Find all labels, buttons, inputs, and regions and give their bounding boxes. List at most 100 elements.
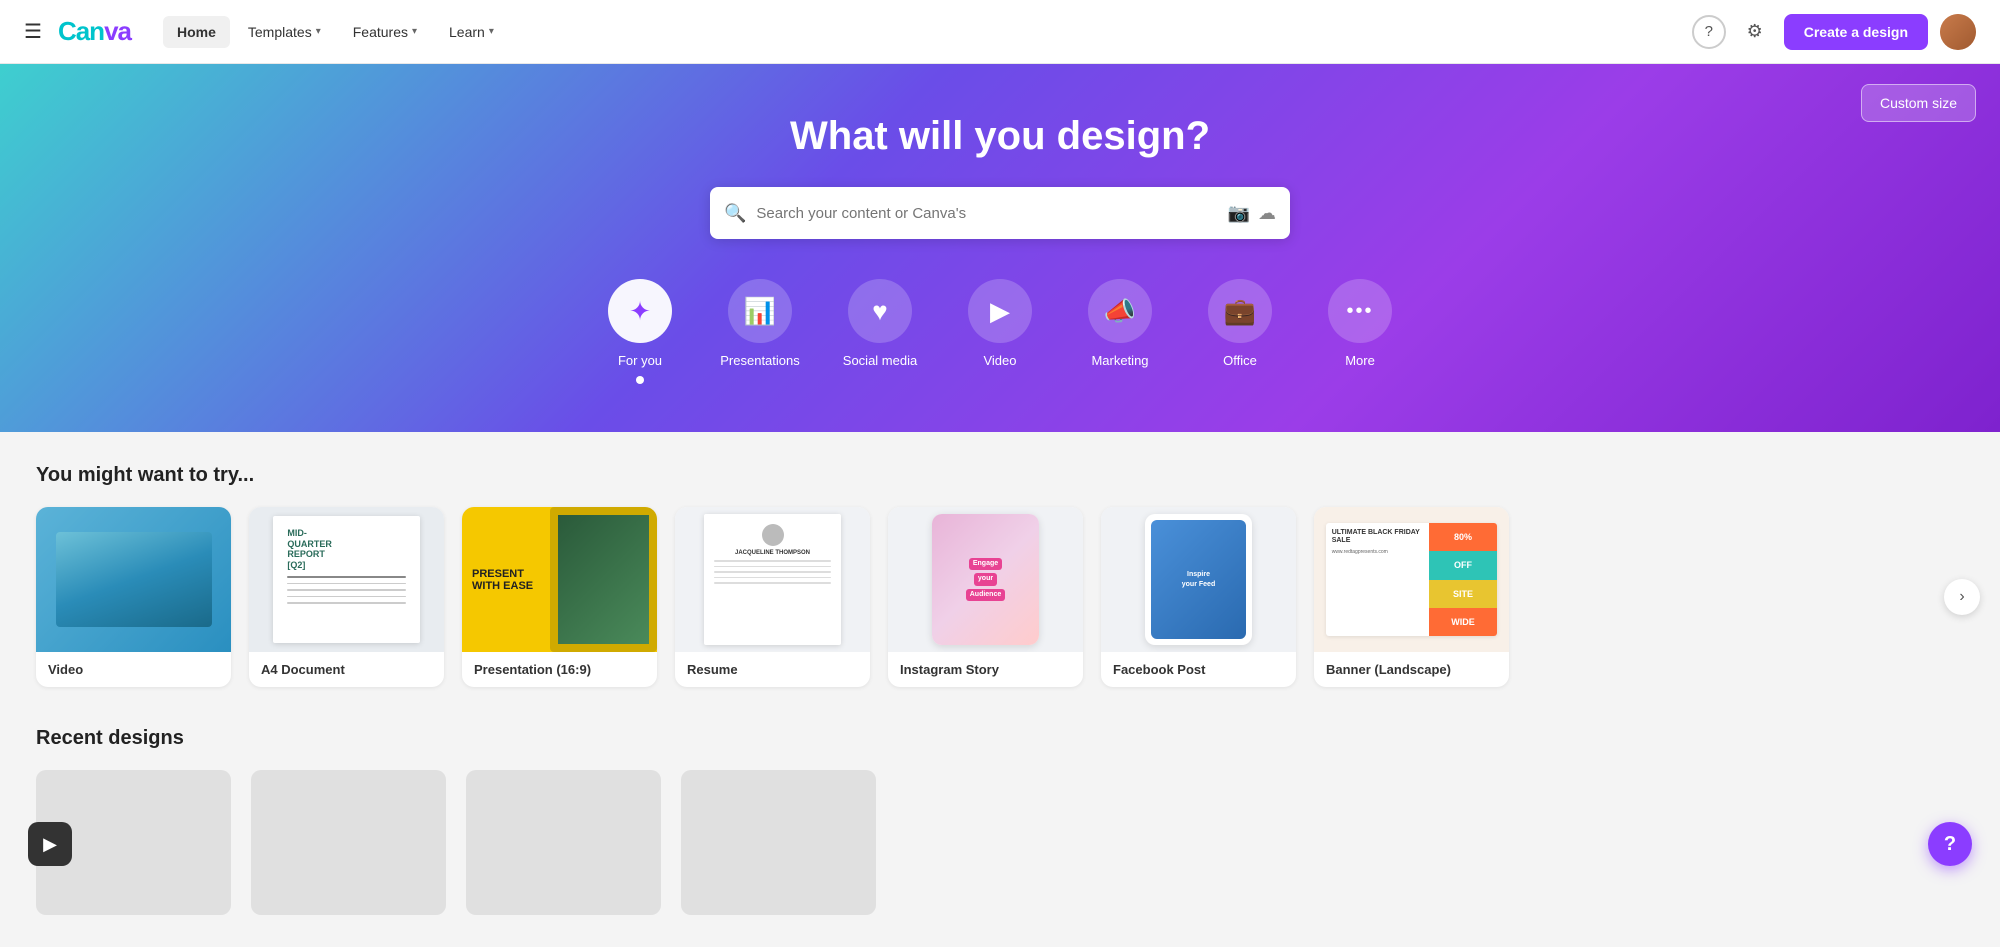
search-actions: 📷 ☁	[1228, 203, 1276, 224]
nav-learn[interactable]: Learn ▾	[435, 16, 508, 48]
ellipsis-icon: •••	[1346, 300, 1373, 323]
a4-thumb-paper: MID-QUARTERREPORT[Q2]	[273, 516, 419, 644]
fb-screen: Inspire your Feed	[1151, 520, 1246, 639]
nav-home-label: Home	[177, 24, 216, 40]
hero-title: What will you design?	[790, 114, 1210, 159]
briefcase-icon: 💼	[1224, 296, 1256, 327]
office-label: Office	[1223, 353, 1257, 368]
upload-icon[interactable]: ☁	[1258, 203, 1276, 224]
nav-features[interactable]: Features ▾	[339, 16, 431, 48]
a4-line-5	[287, 602, 405, 604]
cards-next-arrow[interactable]: ›	[1944, 579, 1980, 615]
card-resume-thumbnail: JACQUELINE THOMPSON	[675, 507, 870, 652]
megaphone-icon: 📣	[1104, 296, 1136, 327]
a4-line-1	[287, 576, 405, 578]
avatar[interactable]	[1940, 14, 1976, 50]
resume-avatar-circle	[762, 524, 784, 546]
a4-line-3	[287, 589, 405, 591]
pres-thumb-text: PRESENT WITH EASE	[472, 567, 533, 591]
nav-right: ? ⚙ Create a design	[1692, 14, 1976, 50]
recent-card-3[interactable]	[466, 770, 661, 915]
canva-logo[interactable]: Canva	[58, 16, 131, 47]
help-fab[interactable]: ?	[1928, 822, 1972, 866]
fb-text-line2: your Feed	[1182, 581, 1215, 588]
card-facebook-thumbnail: Inspire your Feed	[1101, 507, 1296, 652]
hero-categories: ✦ For you 📊 Presentations ♥ Social media…	[580, 271, 1420, 392]
a4-thumb-title: MID-QUARTERREPORT[Q2]	[287, 528, 405, 571]
resume-thumb-bg: JACQUELINE THOMPSON	[675, 507, 870, 652]
search-icon: 🔍	[724, 203, 746, 224]
ig-badge-1: Engage	[969, 558, 1002, 570]
fb-text-line1: Inspire	[1187, 571, 1210, 578]
pres-text-line1: PRESENT	[472, 567, 524, 579]
card-resume[interactable]: JACQUELINE THOMPSON Resume	[675, 507, 870, 687]
card-instagram[interactable]: Engage your Audience Instagram Story	[888, 507, 1083, 687]
search-input[interactable]	[756, 205, 1227, 222]
nav-features-label: Features	[353, 24, 408, 40]
resume-line-4	[714, 577, 831, 579]
category-video[interactable]: ▶ Video	[940, 271, 1060, 376]
card-presentation-thumbnail: PRESENT WITH EASE	[462, 507, 657, 652]
office-icon-wrap: 💼	[1208, 279, 1272, 343]
presentations-label: Presentations	[720, 353, 800, 368]
custom-size-button[interactable]: Custom size	[1861, 84, 1976, 122]
marketing-label: Marketing	[1091, 353, 1148, 368]
category-for-you[interactable]: ✦ For you	[580, 271, 700, 392]
card-facebook-label: Facebook Post	[1101, 652, 1296, 687]
create-design-button[interactable]: Create a design	[1784, 14, 1928, 50]
recent-card-2[interactable]	[251, 770, 446, 915]
resume-line-3	[714, 571, 831, 573]
for-you-icon-wrap: ✦	[608, 279, 672, 343]
video-thumb-bg	[36, 507, 231, 652]
sparkle-icon: ✦	[629, 296, 651, 327]
fb-phone: Inspire your Feed	[1145, 514, 1252, 645]
video-label: Video	[983, 353, 1016, 368]
video-icon-wrap: ▶	[968, 279, 1032, 343]
category-more[interactable]: ••• More	[1300, 271, 1420, 376]
banner-block-2: OFF	[1429, 551, 1498, 579]
card-resume-label: Resume	[675, 652, 870, 687]
try-section-title: You might want to try...	[36, 464, 1964, 487]
camera-icon[interactable]: 📷	[1228, 203, 1250, 224]
settings-icon[interactable]: ⚙	[1738, 15, 1772, 49]
category-social-media[interactable]: ♥ Social media	[820, 271, 940, 376]
card-banner[interactable]: ULTIMATE BLACK FRIDAY SALE www.redtagpre…	[1314, 507, 1509, 687]
card-instagram-thumbnail: Engage your Audience	[888, 507, 1083, 652]
ig-phone: Engage your Audience	[932, 514, 1039, 645]
banner-thumb-bg: ULTIMATE BLACK FRIDAY SALE www.redtagpre…	[1314, 507, 1509, 652]
pres-thumb-photo	[550, 507, 657, 652]
search-bar: 🔍 📷 ☁	[710, 187, 1290, 239]
recent-row	[36, 770, 1964, 915]
resume-line-1	[714, 560, 831, 562]
card-video-thumbnail	[36, 507, 231, 652]
fb-thumb-bg: Inspire your Feed	[1101, 507, 1296, 652]
card-instagram-label: Instagram Story	[888, 652, 1083, 687]
category-marketing[interactable]: 📣 Marketing	[1060, 271, 1180, 376]
learn-chevron-icon: ▾	[489, 26, 494, 37]
nav-templates-label: Templates	[248, 24, 312, 40]
nav-home[interactable]: Home	[163, 16, 230, 48]
nav-items: Home Templates ▾ Features ▾ Learn ▾	[163, 16, 508, 48]
pres-photo-bg	[558, 515, 649, 644]
hamburger-icon[interactable]: ☰	[24, 19, 42, 44]
marketing-icon-wrap: 📣	[1088, 279, 1152, 343]
recent-card-4[interactable]	[681, 770, 876, 915]
a4-thumb-bg: MID-QUARTERREPORT[Q2]	[249, 507, 444, 652]
heart-icon: ♥	[872, 296, 887, 327]
a4-line-4	[287, 596, 405, 598]
category-presentations[interactable]: 📊 Presentations	[700, 271, 820, 376]
nav-learn-label: Learn	[449, 24, 485, 40]
presentations-icon: 📊	[744, 296, 776, 327]
more-label: More	[1345, 353, 1375, 368]
banner-sub: www.redtagpresents.com	[1332, 549, 1423, 555]
card-a4-thumbnail: MID-QUARTERREPORT[Q2]	[249, 507, 444, 652]
help-icon[interactable]: ?	[1692, 15, 1726, 49]
video-thumb-landscape	[56, 532, 212, 626]
video-record-fab[interactable]: ▶	[28, 822, 72, 866]
category-office[interactable]: 💼 Office	[1180, 271, 1300, 376]
nav-templates[interactable]: Templates ▾	[234, 16, 335, 48]
card-a4[interactable]: MID-QUARTERREPORT[Q2] A4 Document	[249, 507, 444, 687]
card-facebook[interactable]: Inspire your Feed Facebook Post	[1101, 507, 1296, 687]
card-presentation[interactable]: PRESENT WITH EASE Presentation (16:9)	[462, 507, 657, 687]
card-video[interactable]: Video	[36, 507, 231, 687]
